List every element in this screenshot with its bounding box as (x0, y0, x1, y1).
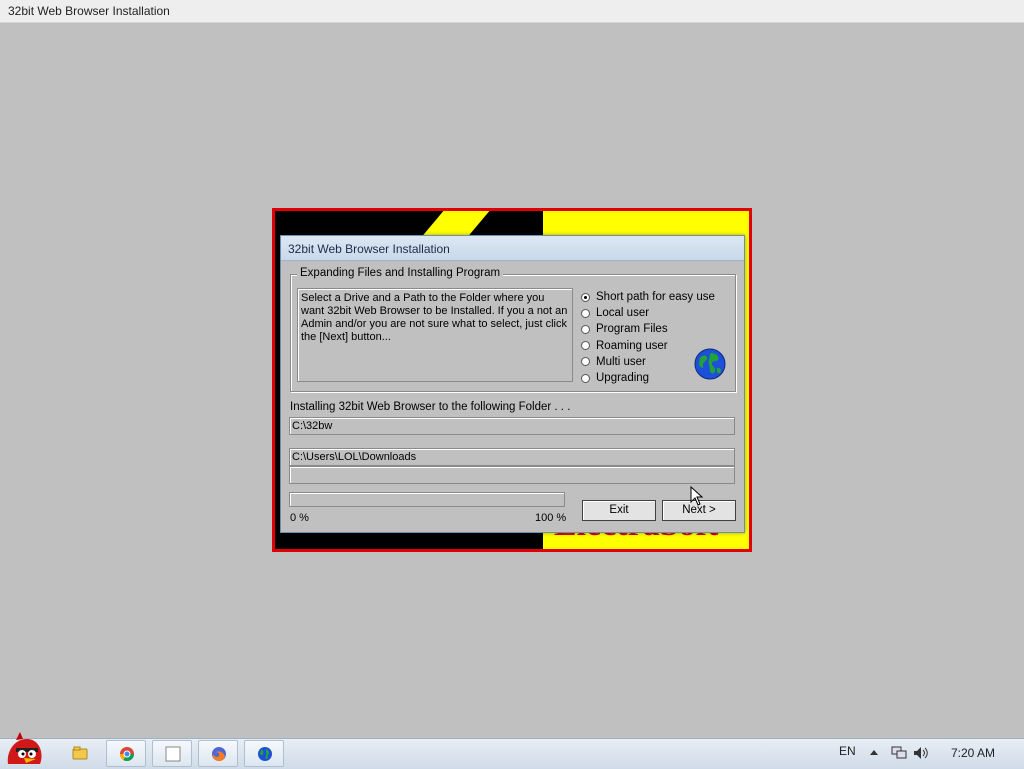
dialog-titlebar[interactable]: 32bit Web Browser Installation (281, 236, 744, 261)
window-titlebar: 32bit Web Browser Installation (0, 0, 1024, 23)
globe-icon (258, 747, 272, 761)
taskbar-blank-window[interactable] (152, 740, 192, 767)
install-label: Installing 32bit Web Browser to the foll… (290, 401, 571, 413)
progress-min-label: 0 % (290, 512, 309, 524)
window-title: 32bit Web Browser Installation (8, 4, 170, 18)
network-icon[interactable] (891, 746, 907, 760)
option-program-files[interactable]: Program Files (581, 321, 715, 337)
folder-icon (72, 746, 88, 760)
firefox-icon (212, 747, 226, 762)
language-indicator[interactable]: EN (839, 744, 856, 758)
volume-icon[interactable] (913, 746, 929, 760)
taskbar-firefox[interactable] (198, 740, 238, 767)
group-label: Expanding Files and Installing Program (297, 267, 504, 279)
start-button-angry-bird-icon[interactable] (4, 730, 46, 768)
radio-button[interactable] (581, 341, 590, 351)
globe-icon (694, 348, 726, 380)
exit-button[interactable]: Exit (582, 500, 656, 521)
taskbar-chrome[interactable] (106, 740, 146, 767)
clock[interactable]: 7:20 AM (951, 746, 995, 760)
window-icon (165, 746, 181, 762)
option-label: Multi user (596, 355, 646, 368)
installer-dialog: 32bit Web Browser Installation Expanding… (280, 235, 745, 533)
taskbar-explorer[interactable] (60, 740, 100, 767)
description-text: Select a Drive and a Path to the Folder … (297, 288, 573, 382)
option-label: Program Files (596, 323, 668, 336)
mouse-cursor-icon (690, 486, 704, 506)
option-label: Upgrading (596, 372, 650, 385)
radio-button[interactable] (581, 373, 590, 383)
option-short-path[interactable]: Short path for easy use (581, 289, 715, 305)
option-label: Roaming user (596, 339, 668, 352)
option-local-user[interactable]: Local user (581, 305, 715, 321)
radio-button[interactable] (581, 324, 590, 334)
radio-button[interactable] (581, 308, 590, 318)
progress-bar (289, 492, 565, 507)
radio-button[interactable] (581, 357, 590, 367)
install-path-field[interactable]: C:\32bw (289, 417, 735, 435)
dialog-title: 32bit Web Browser Installation (288, 242, 450, 256)
source-path-field[interactable]: C:\Users\LOL\Downloads (289, 448, 735, 466)
show-hidden-icons-icon[interactable] (869, 748, 879, 756)
extra-field[interactable] (289, 466, 735, 484)
progress-max-label: 100 % (535, 512, 567, 524)
option-label: Short path for easy use (596, 291, 715, 304)
option-label: Local user (596, 307, 650, 320)
taskbar-32bit-web-browser[interactable] (244, 740, 284, 767)
chrome-icon (120, 747, 134, 761)
radio-button[interactable] (581, 292, 590, 302)
